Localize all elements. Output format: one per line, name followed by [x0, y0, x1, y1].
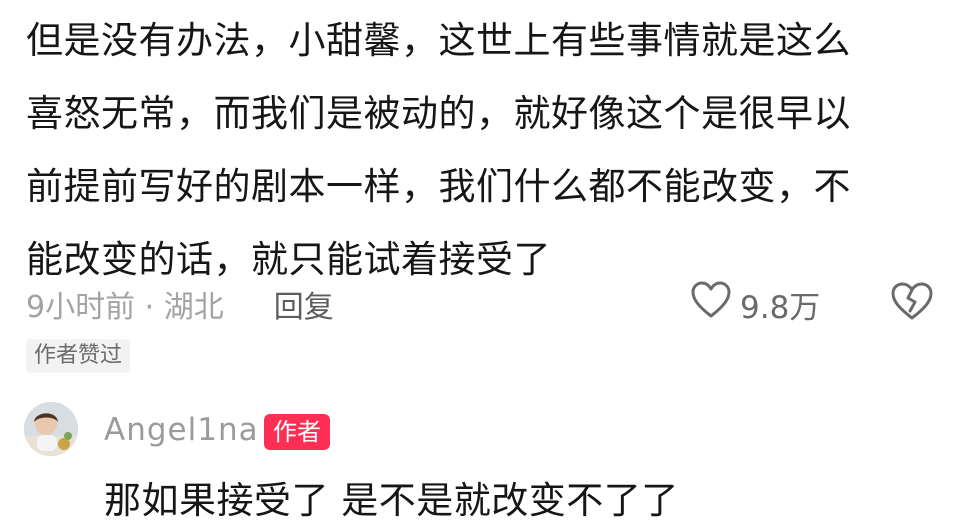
broken-heart-icon	[890, 281, 934, 329]
comment-line: 前提前写好的剧本一样，我们什么都不能改变，不	[26, 165, 851, 208]
author-badge: 作者	[264, 414, 330, 450]
author-liked-badge: 作者赞过	[26, 339, 131, 373]
heart-outline-icon	[690, 280, 732, 328]
like-button[interactable]: 9.8万	[690, 280, 821, 328]
comment-line: 但是没有办法，小甜馨，这世上有些事情就是这么	[26, 19, 851, 62]
like-count: 9.8万	[740, 289, 821, 326]
comment-text: 但是没有办法，小甜馨，这世上有些事情就是这么 喜怒无常，而我们是被动的，就好像这…	[26, 4, 931, 296]
avatar[interactable]	[24, 402, 78, 456]
reply-username[interactable]: Angel1na	[104, 412, 259, 448]
reply-button[interactable]: 回复	[274, 282, 334, 326]
comment-line: 喜怒无常，而我们是被动的，就好像这个是很早以	[26, 92, 851, 135]
reply-text: 那如果接受了 是不是就改变不了了	[104, 479, 679, 522]
dislike-button[interactable]	[887, 281, 937, 329]
comment-time-location: 9小时前 · 湖北	[26, 290, 224, 325]
comment-meta-row: 9小时前 · 湖北 回复 9.8万	[26, 280, 933, 328]
